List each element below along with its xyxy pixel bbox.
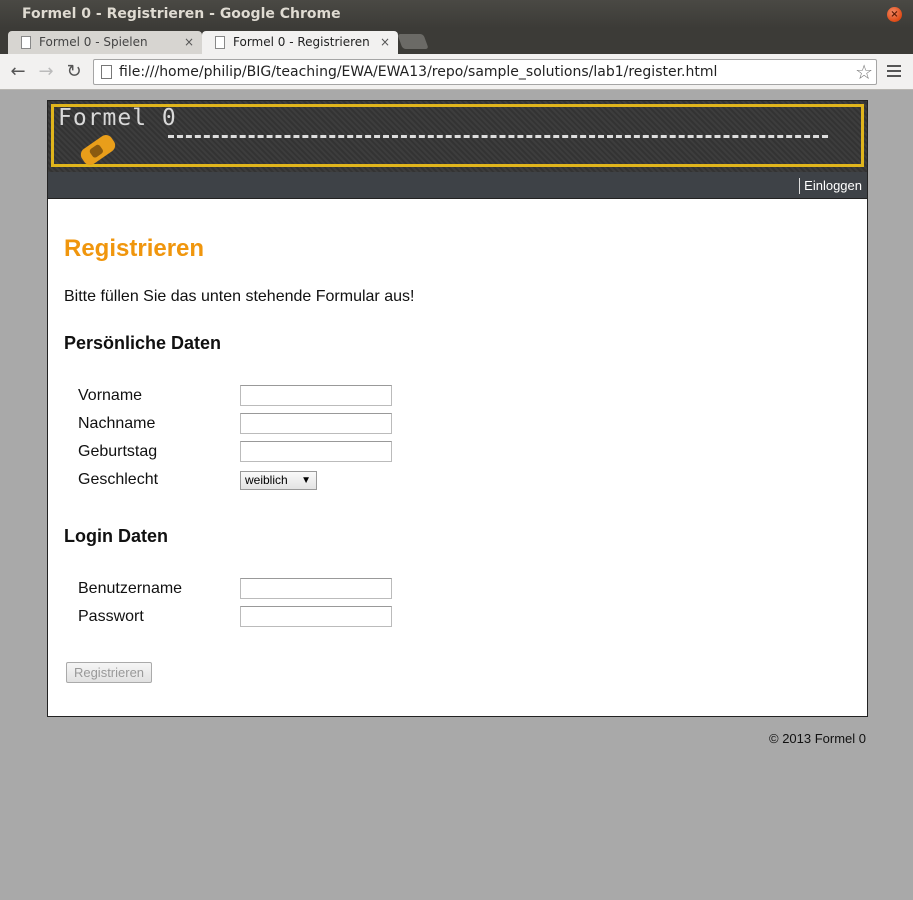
footer-copyright: © 2013 Formel 0	[769, 731, 867, 746]
page-icon	[21, 36, 31, 49]
firstname-input[interactable]	[240, 385, 392, 406]
gender-select[interactable]: weiblich ▼	[240, 471, 317, 490]
page-icon	[101, 65, 112, 79]
browser-toolbar: ← → ↻ file:///home/philip/BIG/teaching/E…	[0, 54, 913, 90]
page-container: Formel 0 Einloggen Registrieren Bitte fü…	[47, 100, 868, 717]
tab-registrieren[interactable]: Formel 0 - Registrieren ×	[202, 31, 398, 54]
tab-label: Formel 0 - Spielen	[39, 35, 148, 49]
url-text[interactable]: file:///home/philip/BIG/teaching/EWA/EWA…	[119, 60, 717, 84]
page-title: Registrieren	[64, 235, 205, 262]
navigation-bar: Einloggen	[48, 172, 867, 199]
birthday-input[interactable]	[240, 441, 392, 462]
site-logo[interactable]: Formel 0	[58, 105, 177, 131]
password-label: Passwort	[78, 608, 144, 625]
dropdown-arrow-icon: ▼	[301, 475, 311, 486]
tab-close-icon[interactable]: ×	[184, 31, 194, 54]
nav-separator	[799, 178, 800, 194]
tab-strip: Formel 0 - Spielen × Formel 0 - Registri…	[0, 28, 913, 54]
password-input[interactable]	[240, 606, 392, 627]
lastname-label: Nachname	[78, 415, 156, 432]
menu-icon[interactable]	[887, 65, 901, 79]
reload-icon[interactable]: ↻	[64, 62, 84, 82]
lastname-input[interactable]	[240, 413, 392, 434]
tab-spielen[interactable]: Formel 0 - Spielen ×	[8, 31, 202, 54]
back-arrow-icon[interactable]: ←	[8, 62, 28, 82]
road-line	[168, 135, 828, 138]
window-close-icon[interactable]: ×	[887, 7, 902, 22]
tab-close-icon[interactable]: ×	[380, 31, 390, 54]
address-bar[interactable]: file:///home/philip/BIG/teaching/EWA/EWA…	[93, 59, 877, 85]
site-banner: Formel 0	[48, 101, 867, 172]
window-title-bar: Formel 0 - Registrieren - Google Chrome …	[0, 0, 913, 28]
login-link[interactable]: Einloggen	[804, 172, 862, 199]
new-tab-button[interactable]	[397, 34, 429, 49]
page-icon	[215, 36, 225, 49]
window-title: Formel 0 - Registrieren - Google Chrome	[22, 6, 341, 22]
intro-text: Bitte füllen Sie das unten stehende Form…	[64, 288, 415, 305]
bookmark-star-icon[interactable]: ☆	[855, 60, 873, 84]
firstname-label: Vorname	[78, 387, 143, 404]
gender-label: Geschlecht	[78, 471, 159, 488]
login-data-heading: Login Daten	[64, 526, 168, 546]
username-label: Benutzername	[78, 580, 183, 597]
personal-data-heading: Persönliche Daten	[64, 333, 222, 353]
forward-arrow-icon[interactable]: →	[36, 62, 56, 82]
username-input[interactable]	[240, 578, 392, 599]
register-button[interactable]: Registrieren	[66, 662, 152, 683]
gender-selected-value: weiblich	[245, 473, 288, 487]
tab-label: Formel 0 - Registrieren	[233, 35, 370, 49]
birthday-label: Geburtstag	[78, 443, 158, 460]
